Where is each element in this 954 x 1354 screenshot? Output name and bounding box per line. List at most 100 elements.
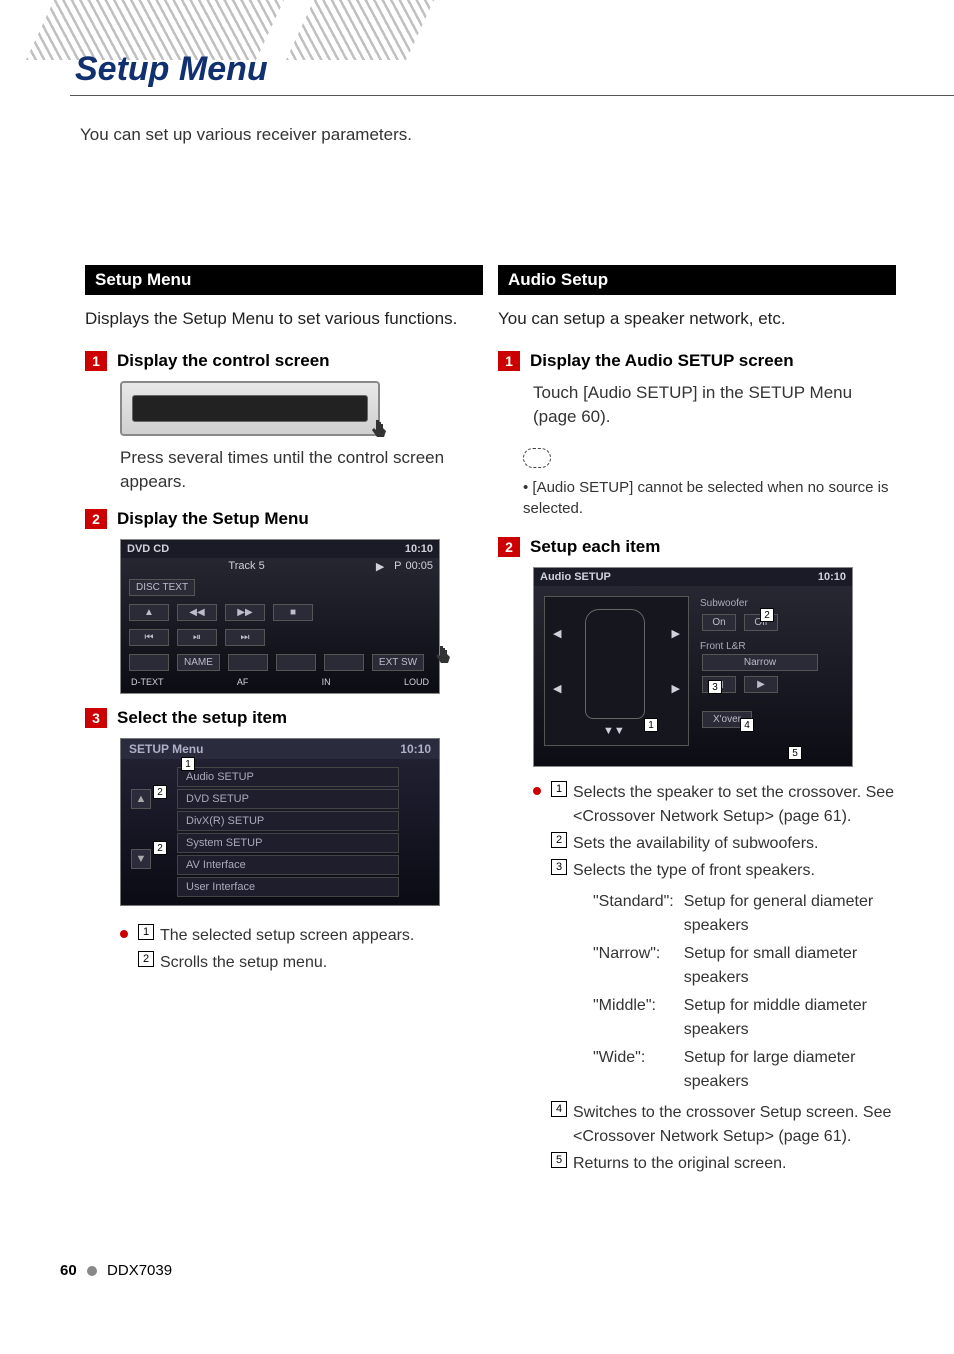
scroll-up-button[interactable]: ▲: [131, 789, 151, 809]
blank-button[interactable]: [228, 654, 268, 671]
screen-title: DVD CD: [127, 543, 169, 555]
step-2: 2 Setup each item: [498, 537, 896, 557]
eject-button[interactable]: ▲: [129, 604, 169, 621]
footer-dot-icon: [87, 1266, 97, 1276]
p-indicator: P: [394, 560, 401, 573]
title-underline: [70, 95, 954, 96]
note-icon: [523, 448, 551, 468]
footer-loud: LOUD: [404, 677, 429, 687]
note-text: • [Audio SETUP] cannot be selected when …: [523, 477, 896, 519]
page-title: Setup Menu: [75, 50, 268, 89]
step-label: Display the Audio SETUP screen: [530, 351, 794, 371]
menu-item[interactable]: DivX(R) SETUP: [177, 811, 399, 831]
page-number: 60: [60, 1262, 77, 1279]
prev-button[interactable]: ⏮: [129, 629, 169, 646]
callout-marker-1: 1: [644, 718, 658, 732]
step-label: Display the control screen: [117, 351, 330, 371]
section-desc: Displays the Setup Menu to set various f…: [85, 307, 483, 331]
callout-number: 3: [551, 859, 567, 875]
callout-number: 2: [551, 832, 567, 848]
callout-marker-3: 3: [708, 680, 722, 694]
menu-item[interactable]: DVD SETUP: [177, 789, 399, 809]
callout-text: Scrolls the setup menu.: [160, 951, 483, 975]
step-label: Setup each item: [530, 537, 660, 557]
callout-text: Selects the speaker to set the crossover…: [573, 781, 896, 829]
callout-text: Sets the availability of subwoofers.: [573, 832, 896, 856]
callout-marker-2: 2: [153, 785, 167, 799]
receiver-illustration: [120, 381, 380, 436]
subwoofer-on-button[interactable]: On: [702, 614, 736, 631]
speaker-type-table: "Standard":Setup for general diameter sp…: [587, 887, 896, 1097]
scroll-down-button[interactable]: ▼: [131, 849, 151, 869]
step-label: Select the setup item: [117, 708, 287, 728]
elapsed-time: 00:05: [405, 560, 433, 573]
callout-number: 1: [138, 924, 154, 940]
callout-marker-4: 4: [740, 718, 754, 732]
step-number: 3: [85, 708, 107, 728]
menu-item[interactable]: User Interface: [177, 877, 399, 897]
callout-list: 1 The selected setup screen appears. 2 S…: [120, 924, 483, 978]
footer-dtext: D-TEXT: [131, 677, 164, 687]
blank-button[interactable]: [276, 654, 316, 671]
decorative-hatch: [286, 0, 434, 60]
callout-list: 1 Selects the speaker to set the crossov…: [533, 781, 896, 1179]
screen-clock: 10:10: [818, 571, 846, 583]
step-body: Touch [Audio SETUP] in the SETUP Menu (p…: [533, 381, 896, 430]
playpause-button[interactable]: ⏯: [177, 629, 217, 646]
screen-clock: 10:10: [400, 742, 431, 756]
track-label: Track 5: [127, 560, 366, 573]
touch-hand-icon: [430, 644, 454, 668]
front-next-button[interactable]: ▶: [744, 676, 778, 693]
step-label: Display the Setup Menu: [117, 509, 309, 529]
left-column: Setup Menu Displays the Setup Menu to se…: [85, 265, 483, 978]
menu-item[interactable]: AV Interface: [177, 855, 399, 875]
menu-item[interactable]: System SETUP: [177, 833, 399, 853]
callout-number: 4: [551, 1101, 567, 1117]
menu-item[interactable]: Audio SETUP: [177, 767, 399, 787]
model-name: DDX7039: [107, 1262, 172, 1279]
callout-text: The selected setup screen appears.: [160, 924, 483, 948]
screen-clock: 10:10: [405, 543, 433, 555]
screen-title: SETUP Menu: [129, 742, 203, 756]
callout-number: 2: [138, 951, 154, 967]
extsw-button[interactable]: EXT SW: [372, 654, 424, 671]
front-type-value: Narrow: [702, 654, 818, 671]
step-3: 3 Select the setup item: [85, 708, 483, 728]
step-number: 1: [498, 351, 520, 371]
callout-marker-2: 2: [760, 608, 774, 622]
page-footer: 60 DDX7039: [60, 1262, 172, 1279]
step-number: 2: [498, 537, 520, 557]
ff-button[interactable]: ▶▶: [225, 604, 265, 621]
front-label: Front L&R: [700, 641, 820, 652]
step-body: Press several times until the control sc…: [120, 446, 483, 495]
audio-setup-screen: Audio SETUP 10:10 ◀ ▶ ◀ ▶ ▼▼ Subwoofer O…: [533, 567, 853, 767]
footer-af: AF: [237, 677, 249, 687]
callout-marker-1: 1: [181, 757, 195, 771]
setup-menu-screen: SETUP Menu 10:10 ▲ ▼ Audio SETUP DVD SET…: [120, 738, 440, 906]
section-heading: Setup Menu: [85, 265, 483, 295]
blank-button[interactable]: [129, 654, 169, 671]
next-button[interactable]: ⏭: [225, 629, 265, 646]
touch-hand-icon: [366, 418, 390, 442]
name-button[interactable]: NAME: [177, 654, 220, 671]
callout-marker-5: 5: [788, 746, 802, 760]
step-1: 1 Display the Audio SETUP screen: [498, 351, 896, 371]
callout-marker-2: 2: [153, 841, 167, 855]
screen-title: Audio SETUP: [540, 571, 611, 583]
stop-button[interactable]: ■: [273, 604, 313, 621]
disc-text-button[interactable]: DISC TEXT: [129, 579, 195, 596]
rew-button[interactable]: ◀◀: [177, 604, 217, 621]
callout-text: Selects the type of front speakers.: [573, 859, 896, 883]
car-diagram: ◀ ▶ ◀ ▶ ▼▼: [544, 596, 689, 746]
right-column: Audio Setup You can setup a speaker netw…: [498, 265, 896, 1179]
callout-text: Returns to the original screen.: [573, 1152, 896, 1176]
red-bullet-icon: [120, 930, 128, 938]
step-1: 1 Display the control screen: [85, 351, 483, 371]
section-desc: You can setup a speaker network, etc.: [498, 307, 896, 331]
section-heading: Audio Setup: [498, 265, 896, 295]
footer-in: IN: [322, 677, 331, 687]
dvd-control-screen: DVD CD 10:10 Track 5 ▶ P 00:05 DISC TEXT…: [120, 539, 440, 694]
step-number: 1: [85, 351, 107, 371]
blank-button[interactable]: [324, 654, 364, 671]
callout-number: 1: [551, 781, 567, 797]
